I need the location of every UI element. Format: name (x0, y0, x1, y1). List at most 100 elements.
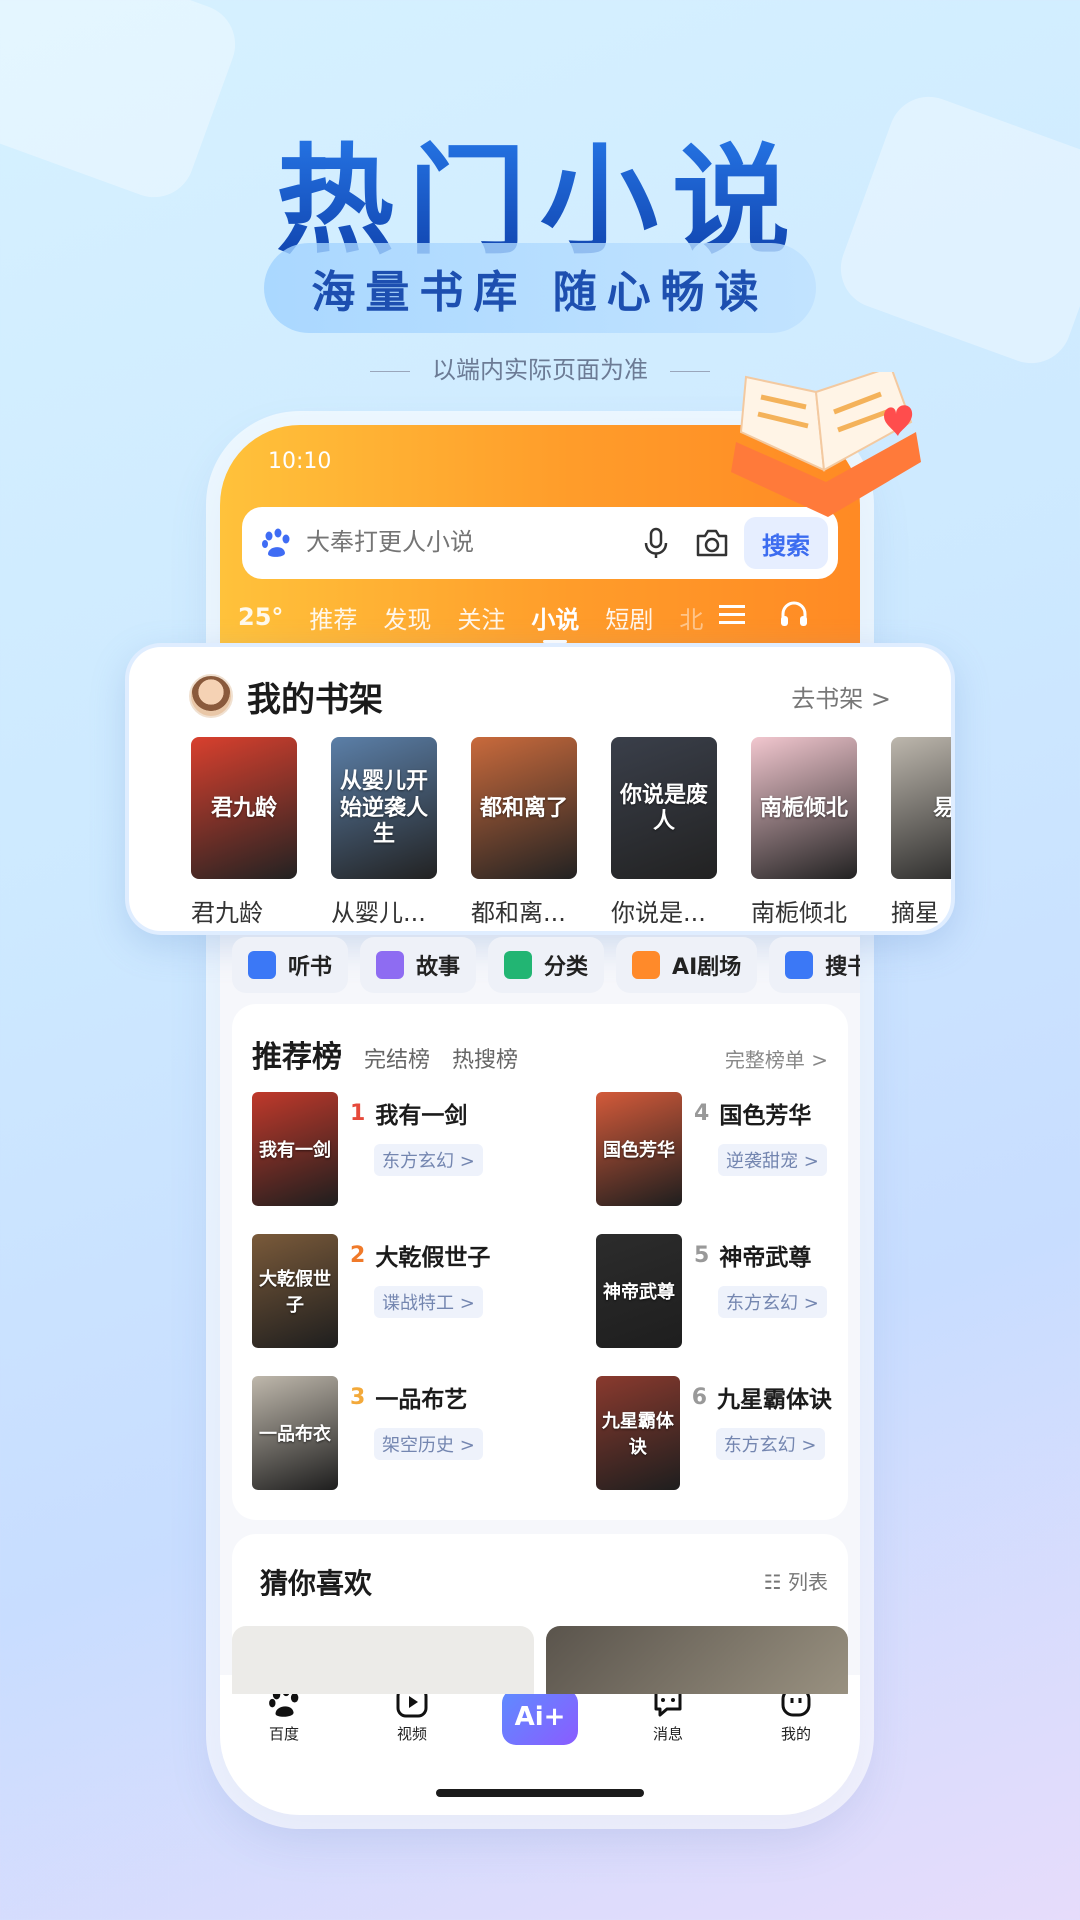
ranking-item[interactable]: 大乾假世子 2 大乾假世子 谍战特工 > (252, 1234, 596, 1376)
book-cover: 南栀倾北 (751, 737, 857, 879)
ranking-book-title: 大乾假世子 (375, 1245, 491, 1271)
ranking-item[interactable]: 一品布衣 3 一品布艺架空历史 > (252, 1376, 596, 1518)
ranking-book-cover: 一品布衣 (252, 1376, 338, 1490)
rank-number: 1 (350, 1100, 366, 1126)
menu-icon[interactable] (719, 603, 746, 631)
ranking-title-line: 4 国色芳华 (694, 1096, 827, 1130)
guess-you-like-card: 猜你喜欢 ☷ 列表 (232, 1534, 848, 1694)
book-cover: 你说是废人 (611, 737, 717, 879)
feature-chip[interactable]: AI剧场 (616, 937, 758, 993)
ranking-cover-text: 国色芳华 (603, 1140, 675, 1161)
ranking-cover-text: 九星霸体诀 (601, 1411, 674, 1458)
microphone-icon[interactable] (636, 523, 676, 563)
tab-recommend-ranking[interactable]: 推荐榜 (252, 1032, 342, 1076)
ranking-book-title: 一品布艺 (375, 1387, 468, 1413)
genre-tag[interactable]: 逆袭甜宠 > (718, 1144, 827, 1176)
search-input[interactable] (306, 529, 628, 557)
ranking-list: 我有一剑 1 我有一剑 东方玄幻 > 国色芳华 4 国色芳华 逆袭甜宠 > 大乾假世子 2 大乾假世… (252, 1092, 832, 1518)
list-view-toggle[interactable]: ☷ 列表 (764, 1566, 828, 1595)
recommendation-cover[interactable] (232, 1626, 534, 1694)
rank-number: 6 (691, 1384, 707, 1410)
headphones-icon[interactable] (779, 600, 809, 634)
ranking-info: 2 大乾假世子 谍战特工 > (350, 1234, 490, 1376)
genre-tag[interactable]: 架空历史 > (374, 1428, 483, 1460)
open-book-illustration (731, 372, 921, 517)
book-cover: 君九龄 (191, 737, 297, 879)
bookshelf-header: 我的书架 去书架 > (189, 671, 891, 721)
bookshelf-list: 君九龄 君九龄 从婴儿开始逆袭人生 从婴儿... 都和离了 都和离... 你说是废人 你说是.… (191, 737, 951, 928)
tab-follow[interactable]: 关注 (457, 600, 505, 635)
tab-discover[interactable]: 发现 (383, 600, 431, 635)
home-indicator[interactable] (436, 1789, 644, 1797)
full-ranking-link[interactable]: 完整榜单 > (725, 1044, 828, 1073)
feature-label: 分类 (544, 955, 589, 980)
bottom-nav: 百度 视频 Ai+ 消息 我的 (220, 1675, 860, 1815)
ranking-cover-text: 一品布衣 (259, 1424, 331, 1445)
ranking-book-title: 神帝武尊 (719, 1245, 812, 1271)
ranking-cover-text: 大乾假世子 (259, 1269, 331, 1316)
ranking-tabs: 推荐榜 完结榜 热搜榜 完整榜单 > (252, 1032, 828, 1076)
book-title: 你说是... (611, 899, 706, 927)
ranking-book-title: 我有一剑 (375, 1103, 468, 1129)
bookshelf-book[interactable]: 南栀倾北 南栀倾北 (751, 737, 857, 928)
baidu-paw-icon (262, 528, 290, 557)
feature-label: 搜书 (825, 955, 860, 980)
guess-you-like-title: 猜你喜欢 (260, 1567, 373, 1600)
ranking-item[interactable]: 国色芳华 4 国色芳华逆袭甜宠 > (596, 1092, 832, 1234)
ranking-cover-text: 神帝武尊 (603, 1282, 675, 1303)
book-title: 君九龄 (191, 899, 263, 927)
feature-chip[interactable]: 分类 (488, 937, 605, 993)
feature-chip[interactable]: 故事 (360, 937, 477, 993)
tab-short-drama[interactable]: 短剧 (605, 600, 653, 635)
nav-mine[interactable]: 我的 (756, 1685, 836, 1815)
feature-chip[interactable]: 听书 (232, 937, 349, 993)
genre-tag[interactable]: 东方玄幻 > (718, 1286, 827, 1318)
tab-more-partial[interactable]: 北 (679, 600, 703, 635)
ranking-item[interactable]: 神帝武尊 5 神帝武尊 东方玄幻 > (596, 1234, 832, 1376)
rank-number: 3 (350, 1384, 366, 1410)
feature-label: AI剧场 (672, 955, 742, 980)
tab-novel[interactable]: 小说 (531, 600, 579, 643)
bookshelf-book[interactable]: 都和离了 都和离... (471, 737, 577, 928)
ranking-item[interactable]: 我有一剑 1 我有一剑 东方玄幻 > (252, 1092, 596, 1234)
nav-baidu[interactable]: 百度 (244, 1685, 324, 1815)
ranking-book-cover: 神帝武尊 (596, 1234, 682, 1348)
book-title: 南栀倾北 (751, 899, 847, 927)
go-to-bookshelf-link[interactable]: 去书架 > (791, 679, 891, 714)
ranking-title-line: 5 神帝武尊 (694, 1238, 827, 1272)
recommendation-cover[interactable] (546, 1626, 848, 1694)
ranking-cover-text: 我有一剑 (259, 1140, 331, 1161)
ranking-info: 3 一品布艺架空历史 > (350, 1376, 483, 1518)
ranking-book-cover: 我有一剑 (252, 1092, 338, 1206)
list-icon: ☷ (763, 1570, 788, 1594)
ranking-title-line: 1 我有一剑 (350, 1096, 483, 1130)
ai-assistant-button[interactable]: Ai+ (502, 1689, 578, 1745)
ranking-title-line: 3 一品布艺 (350, 1380, 483, 1414)
tab-completed-ranking[interactable]: 完结榜 (364, 1042, 430, 1074)
feature-icon (376, 951, 405, 979)
nav-label: 视频 (396, 1725, 427, 1743)
bookshelf-book[interactable]: 从婴儿开始逆袭人生 从婴儿... (331, 737, 437, 928)
ranking-title-line: 6 九星霸体诀 (692, 1380, 832, 1414)
bookshelf-book[interactable]: 你说是废人你说是... (611, 737, 717, 928)
ranking-item[interactable]: 九星霸体诀 6 九星霸体诀东方玄幻 > (596, 1376, 832, 1518)
weather-temperature[interactable]: 25° (238, 603, 283, 631)
rank-number: 5 (694, 1242, 710, 1268)
feature-label: 故事 (416, 955, 461, 980)
top-tab-bar: 25° 推荐 发现 关注 小说 短剧 北 (238, 597, 842, 643)
avatar[interactable] (189, 674, 233, 718)
genre-tag[interactable]: 谍战特工 > (374, 1286, 483, 1318)
book-cover-text: 从婴儿开始逆袭人生 (339, 768, 428, 848)
feature-chip[interactable]: 搜书 (769, 937, 860, 993)
book-cover-text: 你说是废人 (619, 781, 708, 834)
book-cover-text: 都和离了 (479, 794, 568, 821)
tab-hot-search-ranking[interactable]: 热搜榜 (452, 1042, 518, 1074)
bookshelf-book[interactable]: 君九龄 君九龄 (191, 737, 297, 928)
bookshelf-book[interactable]: 易摘星 (891, 737, 951, 928)
tab-recommend[interactable]: 推荐 (309, 600, 357, 635)
genre-tag[interactable]: 东方玄幻 > (715, 1428, 825, 1460)
nav-label: 百度 (268, 1725, 299, 1743)
ranking-info: 6 九星霸体诀东方玄幻 > (692, 1376, 832, 1518)
genre-tag[interactable]: 东方玄幻 > (374, 1144, 483, 1176)
book-cover-text: 君九龄 (210, 794, 277, 821)
